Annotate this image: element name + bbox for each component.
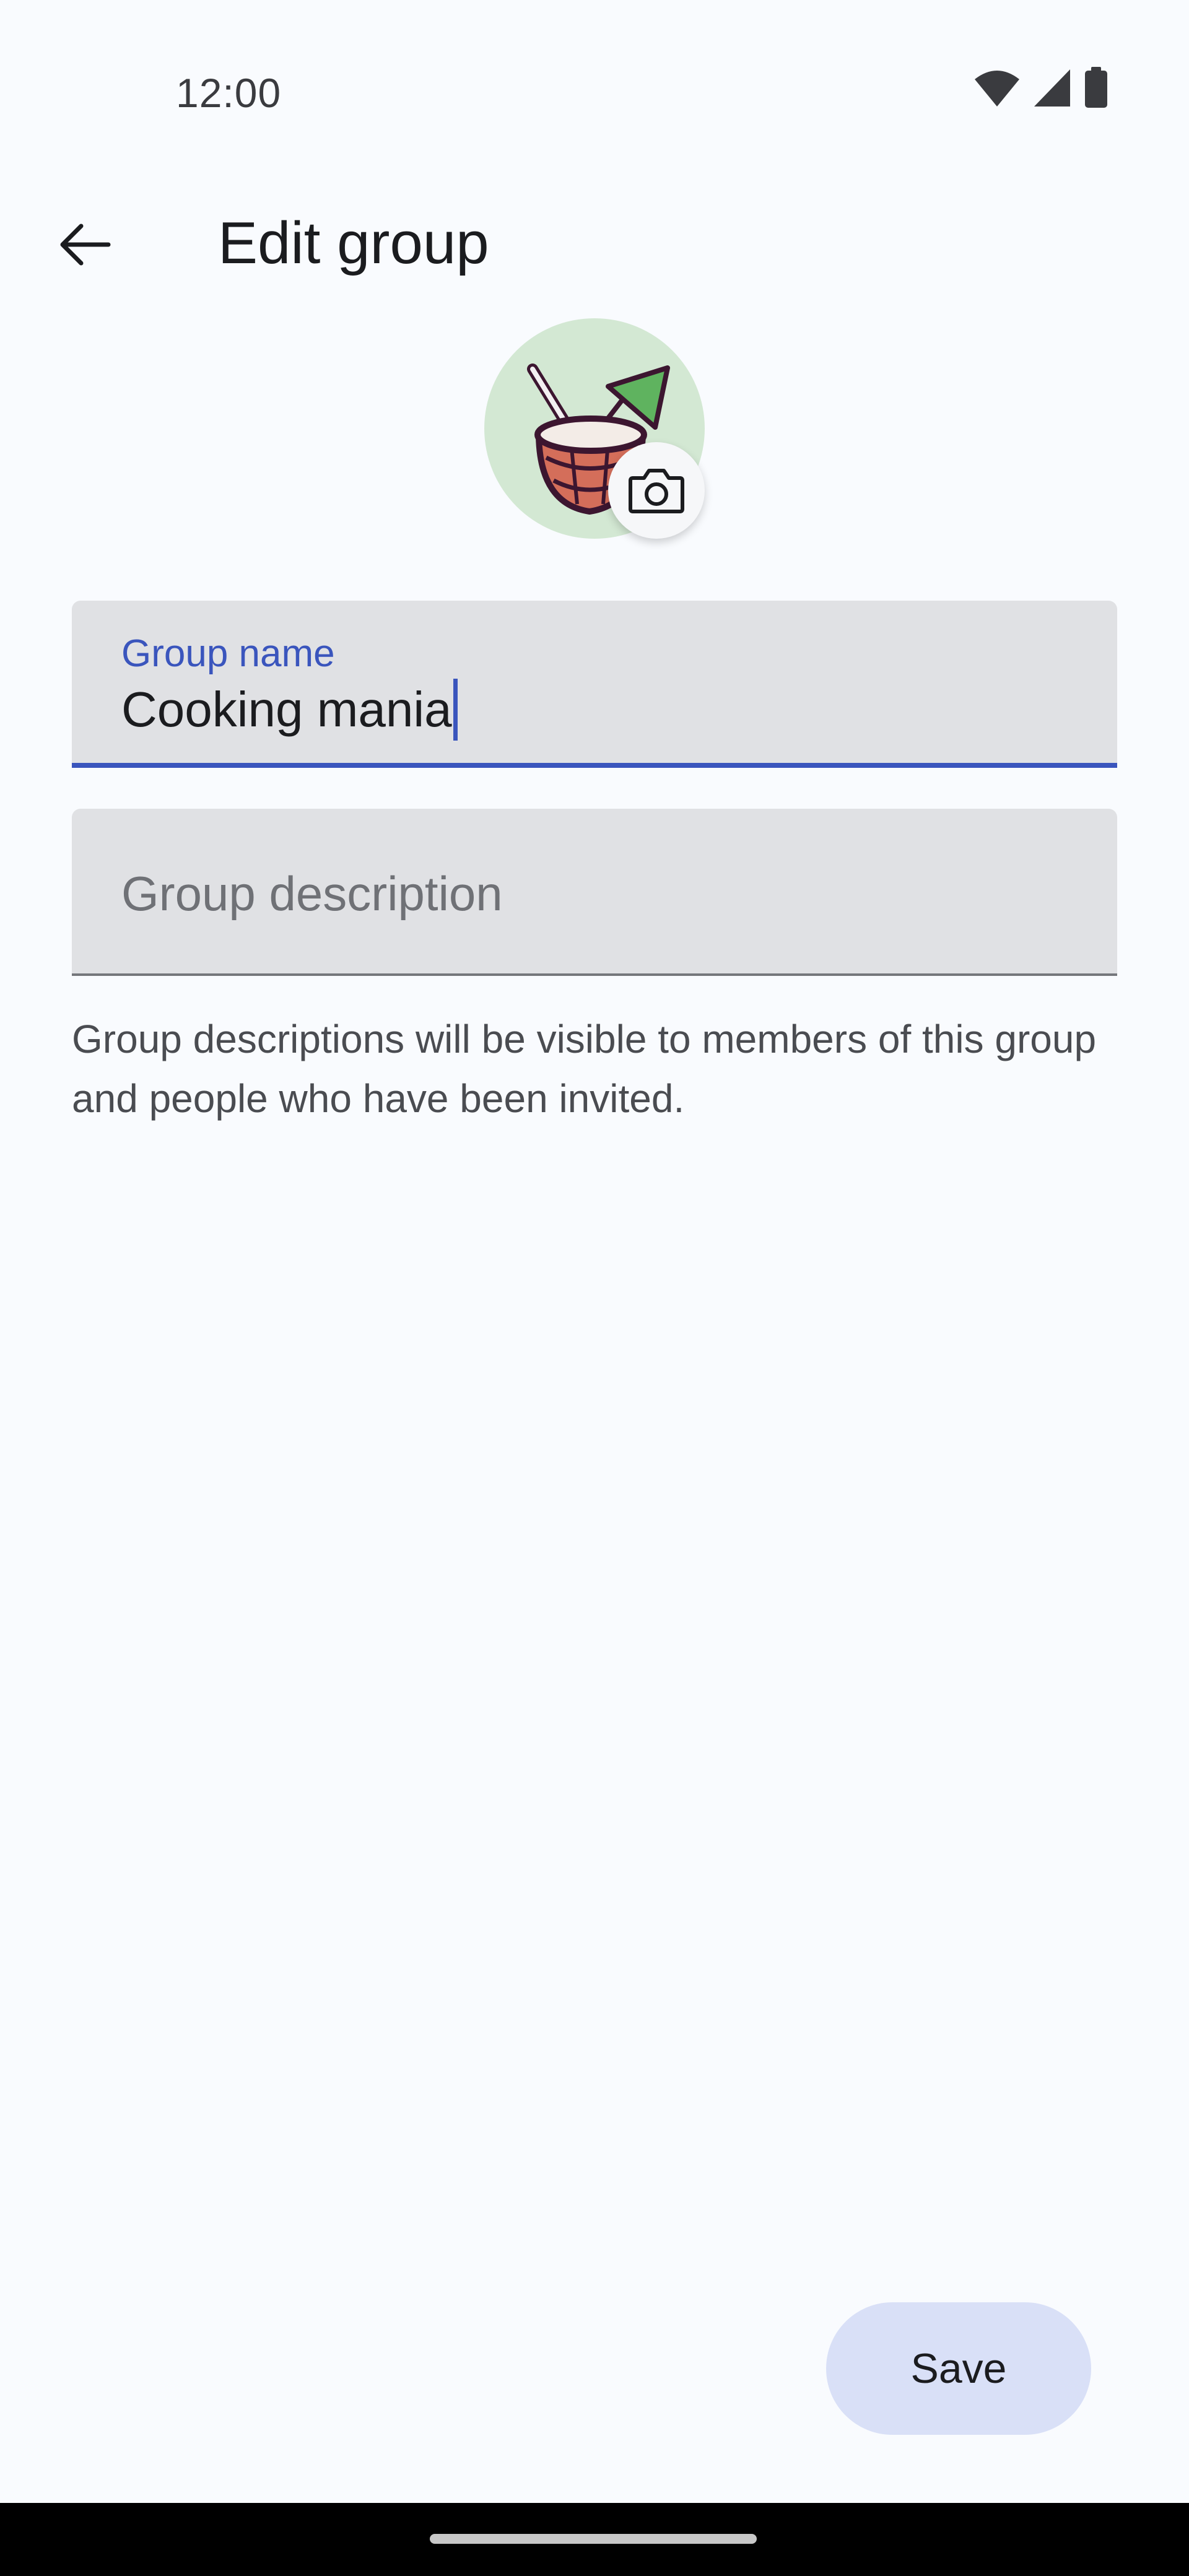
group-name-field[interactable]: Group name Cooking mania — [72, 601, 1117, 768]
group-description-placeholder: Group description — [121, 866, 503, 921]
group-name-input[interactable]: Cooking mania — [121, 679, 458, 741]
group-description-field[interactable]: Group description — [72, 809, 1117, 976]
change-photo-button[interactable] — [608, 442, 705, 539]
back-button[interactable] — [45, 204, 125, 285]
group-name-value: Cooking mania — [121, 682, 452, 737]
arrow-back-icon — [60, 224, 111, 266]
group-name-label: Group name — [121, 632, 335, 675]
description-helper-text: Group descriptions will be visible to me… — [72, 1017, 1097, 1121]
wifi-icon — [975, 71, 1019, 107]
group-avatar-container — [484, 318, 705, 539]
camera-icon — [629, 469, 684, 513]
app-bar: Edit group — [0, 186, 1189, 285]
battery-icon — [1085, 67, 1107, 108]
home-handle[interactable] — [430, 2534, 757, 2544]
page-title: Edit group — [218, 210, 489, 276]
signal-icon — [1034, 69, 1070, 107]
text-cursor — [453, 679, 458, 741]
save-button[interactable]: Save — [826, 2302, 1091, 2435]
status-icons — [973, 67, 1108, 109]
status-bar: 12:00 — [0, 0, 1189, 149]
system-navigation-bar — [0, 2503, 1189, 2576]
status-time: 12:00 — [176, 70, 282, 116]
